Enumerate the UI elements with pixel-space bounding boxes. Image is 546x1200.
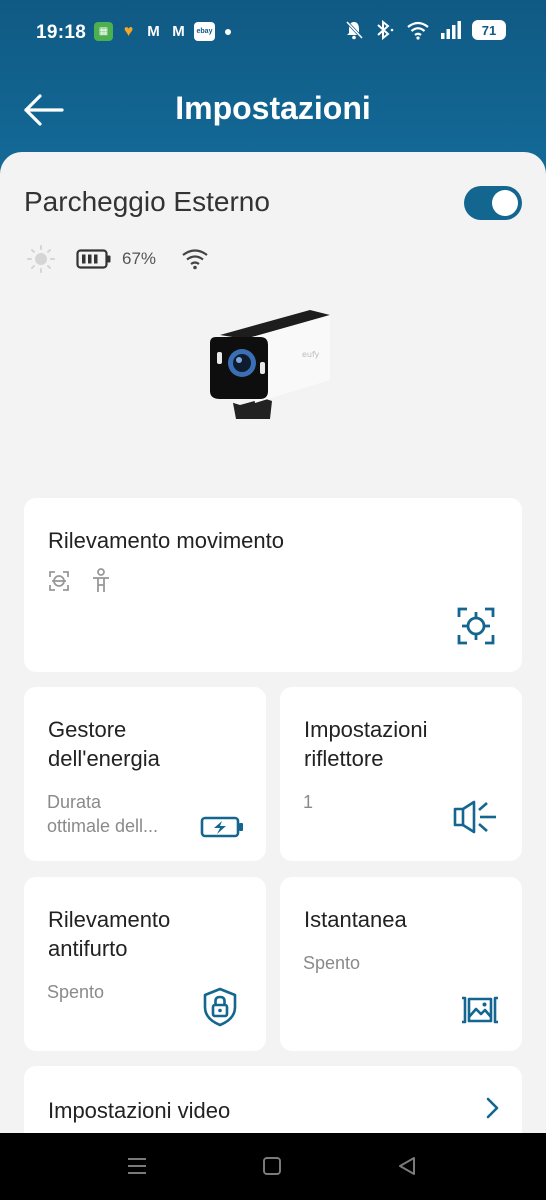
snapshot-card[interactable]: Istantanea Spento: [280, 877, 522, 1051]
battery-charge-icon: [200, 816, 243, 838]
power-manager-card[interactable]: Gestore dell'energia Durata ottimale del…: [24, 687, 266, 861]
notification-icons: ▦ ♥ M M ebay: [94, 22, 231, 41]
battery-icon: [76, 249, 111, 269]
face-detection-icon: [49, 571, 69, 591]
anti-theft-card[interactable]: Rilevamento antifurto Spento: [24, 877, 266, 1051]
toggle-knob: [492, 190, 518, 216]
wifi-signal-icon: [182, 249, 208, 270]
anti-theft-title: Rilevamento antifurto: [48, 907, 171, 961]
device-name: Parcheggio Esterno: [24, 186, 270, 217]
shield-lock-icon: [203, 987, 237, 1027]
chevron-right-icon: [486, 1097, 499, 1119]
app-green-icon: ▦: [94, 22, 113, 41]
more-notifications-dot: [225, 28, 231, 35]
battery-level-icon: 71: [472, 20, 506, 40]
svg-text:eufy: eufy: [302, 350, 320, 359]
back-nav-button[interactable]: [396, 1155, 418, 1177]
home-button[interactable]: [261, 1155, 283, 1177]
anti-theft-value: Spento: [47, 982, 105, 1002]
spotlight-settings-card[interactable]: Impostazioni riflettore 1: [280, 687, 522, 861]
gmail-icon: M: [147, 23, 160, 40]
detection-zone-icon: [457, 607, 495, 645]
device-toggle[interactable]: [464, 186, 522, 220]
motion-detection-title: Rilevamento movimento: [48, 528, 284, 553]
app-orange-icon: ♥: [123, 22, 134, 40]
spotlight-value: 1: [303, 792, 314, 812]
daylight-sun-icon: [27, 245, 55, 273]
video-settings-title: Impostazioni video: [48, 1098, 231, 1123]
silent-bell-icon: [345, 20, 364, 40]
page-title: Impostazioni: [175, 90, 371, 126]
ebay-icon: ebay: [194, 22, 215, 41]
app-bar: Impostazioni: [0, 80, 546, 140]
human-detection-icon: [93, 568, 109, 592]
status-bar: 19:18 ▦ ♥ M M ebay 71: [0, 0, 546, 64]
snapshot-image-icon: [462, 996, 498, 1024]
device-status-row: 67%: [26, 244, 210, 274]
snapshot-title: Istantanea: [304, 907, 407, 932]
power-manager-title: Gestore dell'energia: [48, 717, 160, 771]
clock: 19:18: [36, 22, 87, 43]
battery-percent: 67%: [122, 249, 157, 268]
gmail-icon: M: [172, 23, 185, 40]
system-navigation-bar: [0, 1133, 546, 1200]
spotlight-settings-title: Impostazioni riflettore: [304, 717, 428, 771]
recent-apps-button[interactable]: [126, 1155, 148, 1177]
wifi-icon: [407, 21, 429, 40]
system-icons: 71: [344, 20, 506, 40]
camera-product-image: eufy: [210, 310, 330, 419]
power-manager-subtitle: Durata ottimale dell...: [47, 792, 159, 836]
signal-icon: [441, 21, 461, 39]
snapshot-value: Spento: [303, 953, 361, 973]
bluetooth-icon: [377, 20, 394, 40]
battery-status: 67%: [76, 248, 156, 270]
spotlight-icon: [453, 800, 496, 834]
motion-detection-card[interactable]: Rilevamento movimento: [24, 498, 522, 672]
